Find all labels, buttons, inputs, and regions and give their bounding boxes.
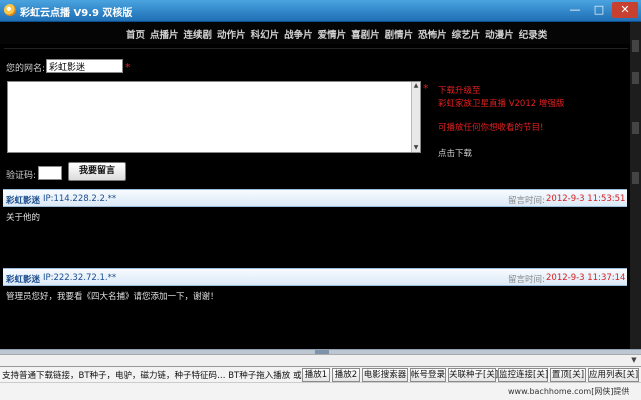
comment-time-label: 留言时间: [508, 196, 545, 206]
watermark-text: www.bachhome.com[网侠]提供 [508, 387, 630, 396]
comment-ip: IP:222.32.72.1.** [43, 273, 117, 283]
monitor-link-toggle[interactable]: 监控连接[关] [498, 368, 548, 382]
textarea-scrollbar[interactable]: ▲ ▼ [411, 82, 420, 152]
message-form: 您的网名: * ▲ ▼ * 下载升级至 彩虹家族卫星直播 V2012 增强版 可… [4, 48, 628, 184]
title-bar: 彩虹云点播 V9.9 双核版 — □ ✕ [0, 0, 641, 22]
comment-body: 关于他的 [6, 213, 41, 223]
nav-anime[interactable]: 动漫片 [485, 27, 514, 41]
message-textarea[interactable]: ▲ ▼ [7, 81, 421, 153]
nav-romance[interactable]: 爱情片 [318, 27, 347, 41]
submit-message-button[interactable]: 我要留言 [68, 162, 126, 181]
rainbow-logo-icon [4, 4, 16, 16]
scroll-dropdown-icon[interactable]: ▼ [628, 355, 640, 366]
horizontal-scrollbar[interactable]: ▼ [0, 354, 641, 366]
category-links: 首页 点播片 连续剧 动作片 科幻片 战争片 爱情片 喜剧片 剧情片 恐怖片 综… [126, 27, 547, 41]
minimize-icon[interactable]: — [564, 2, 586, 18]
side-tool-icon[interactable] [632, 172, 639, 184]
captcha-field[interactable] [38, 166, 62, 180]
comment-header: 彩虹影迷 IP:114.228.2.2.** 留言时间: 2012-9-3 11… [3, 189, 627, 207]
nav-series[interactable]: 连续剧 [184, 27, 213, 41]
window-title: 彩虹云点播 V9.9 双核版 [20, 8, 133, 19]
movie-search-button[interactable]: 电影搜索器 [362, 368, 408, 382]
required-mark: * [125, 61, 131, 74]
nickname-field[interactable] [46, 59, 123, 73]
nav-war[interactable]: 战争片 [284, 27, 313, 41]
tip-mark: * [423, 82, 429, 95]
tip-line-1: 下载升级至 [438, 86, 481, 96]
play2-button[interactable]: 播放2 [332, 368, 360, 382]
play1-button[interactable]: 播放1 [302, 368, 330, 382]
comment-user: 彩虹影迷 [6, 196, 41, 206]
nav-scifi[interactable]: 科幻片 [251, 27, 280, 41]
comment-time-label: 留言时间: [508, 275, 545, 285]
side-tool-icon[interactable] [632, 40, 639, 52]
side-tool-icon[interactable] [632, 72, 639, 84]
captcha-label: 验证码: [6, 171, 37, 181]
category-nav: 首页 点播片 连续剧 动作片 科幻片 战争片 爱情片 喜剧片 剧情片 恐怖片 综… [0, 22, 641, 44]
comment-user: 彩虹影迷 [6, 275, 41, 285]
nav-vod[interactable]: 点播片 [150, 27, 179, 41]
comment-ip: IP:114.228.2.2.** [43, 194, 117, 204]
maximize-icon[interactable]: □ [588, 2, 610, 18]
pin-top-toggle[interactable]: 置顶[关] [550, 368, 586, 382]
comment-item: 彩虹影迷 IP:222.32.72.1.** 留言时间: 2012-9-3 11… [3, 268, 627, 348]
scroll-up-icon[interactable]: ▲ [412, 82, 420, 90]
nav-action[interactable]: 动作片 [217, 27, 246, 41]
comment-body: 管理员您好，我要看《四大名捕》请您添加一下，谢谢！ [6, 292, 219, 302]
comment-time: 2012-9-3 11:37:14 [546, 273, 626, 283]
nickname-label: 您的网名: [6, 64, 46, 74]
scroll-down-icon[interactable]: ▼ [412, 144, 420, 152]
comment-item: 彩虹影迷 IP:114.228.2.2.** 留言时间: 2012-9-3 11… [3, 189, 627, 265]
nav-home[interactable]: 首页 [126, 27, 145, 41]
comment-time: 2012-9-3 11:53:51 [546, 194, 626, 204]
app-list-toggle[interactable]: 应用列表[关] [588, 368, 639, 382]
torrent-assoc-toggle[interactable]: 关联种子[关] [448, 368, 498, 382]
command-bar: 支持普通下载链接，BT种子，电驴，磁力链，种子特征码… BT种子拖入播放 或 关… [0, 366, 641, 382]
nav-comedy[interactable]: 喜剧片 [351, 27, 380, 41]
side-tool-icon[interactable] [632, 122, 639, 134]
comment-header: 彩虹影迷 IP:222.32.72.1.** 留言时间: 2012-9-3 11… [3, 268, 627, 286]
nav-drama[interactable]: 剧情片 [385, 27, 414, 41]
support-note: 支持普通下载链接，BT种子，电驴，磁力链，种子特征码… BT种子拖入播放 或 关… [2, 371, 330, 381]
nav-documentary[interactable]: 纪录类 [519, 27, 548, 41]
nav-variety[interactable]: 综艺片 [452, 27, 481, 41]
side-toolbar [630, 22, 641, 352]
tip-line-3: 可播放任何你想收看的节目! [438, 123, 544, 133]
close-icon[interactable]: ✕ [612, 2, 638, 18]
bottom-strip: www.bachhome.com[网侠]提供 [0, 382, 641, 400]
download-link[interactable]: 点击下载 [438, 147, 472, 159]
account-login-button[interactable]: 帐号登录 [410, 368, 446, 382]
tip-line-2: 彩虹家族卫星直播 V2012 增强版 [438, 99, 565, 109]
nav-horror[interactable]: 恐怖片 [418, 27, 447, 41]
